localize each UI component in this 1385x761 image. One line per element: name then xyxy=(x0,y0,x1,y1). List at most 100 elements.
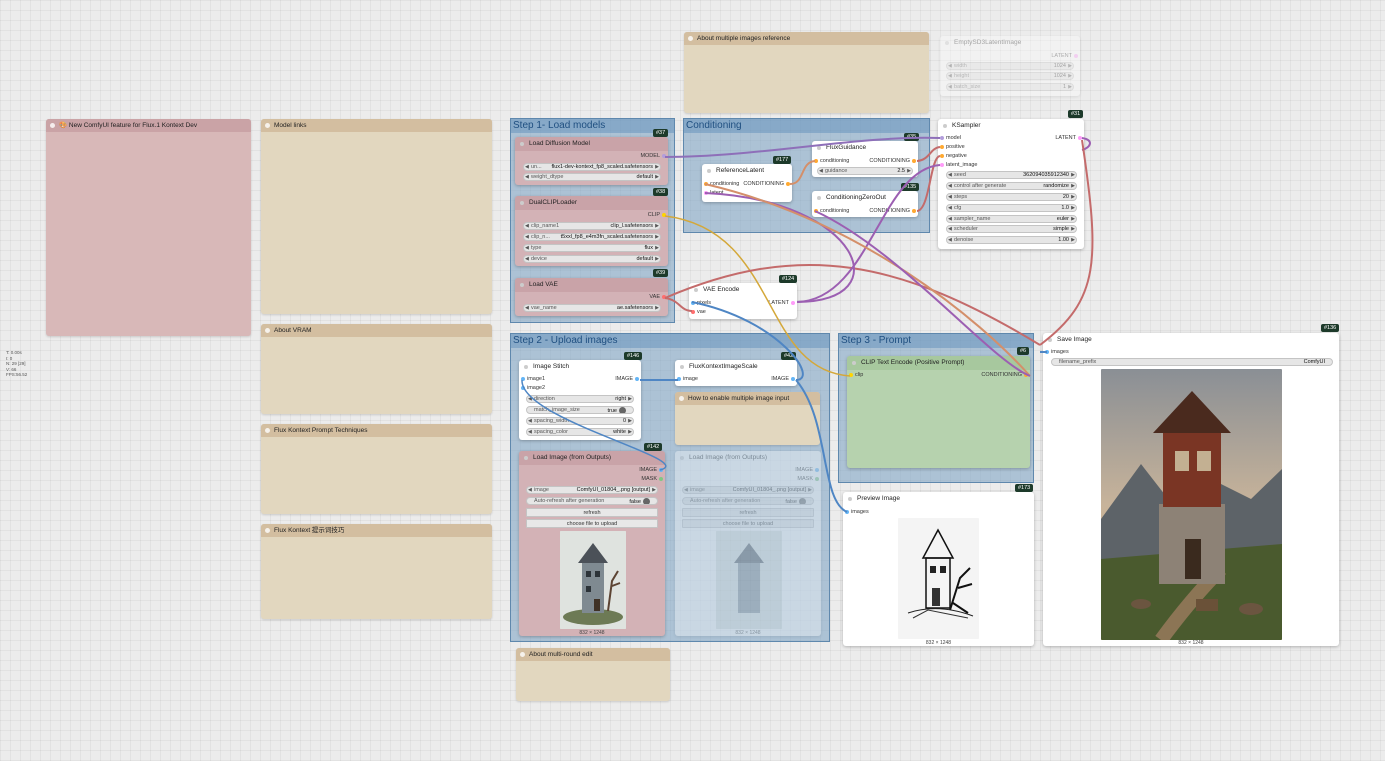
input-conditioning[interactable]: conditioning xyxy=(812,208,849,215)
output-mask[interactable]: MASK xyxy=(641,476,665,483)
scheduler-combo[interactable]: schedulersimple xyxy=(946,225,1077,233)
node-ksampler[interactable]: KSampler model LATENT positive negative … xyxy=(938,119,1084,249)
node-id-badge: #31 xyxy=(1068,110,1084,118)
node-empty-sd3-latent[interactable]: EmptySD3LatentImage LATENT width1024 hei… xyxy=(940,36,1080,96)
input-vae[interactable]: vae xyxy=(689,309,706,316)
node-vae-encode[interactable]: VAE Encode pixels LATENT vae xyxy=(689,283,797,319)
output-conditioning[interactable]: CONDITIONING xyxy=(981,372,1030,379)
node-preview-image[interactable]: Preview Image images 832 × 1248 xyxy=(843,492,1034,646)
input-pixels[interactable]: pixels xyxy=(689,300,711,307)
denoise-number[interactable]: denoise1.00 xyxy=(946,236,1077,244)
input-conditioning[interactable]: conditioning xyxy=(702,181,739,188)
auto-refresh-toggle[interactable]: Auto-refresh after generation false xyxy=(526,497,658,505)
output-vae[interactable]: VAE xyxy=(649,294,668,301)
node-title: Load Diffusion Model xyxy=(515,137,668,151)
control-after-generate-combo[interactable]: control after generaterandomize xyxy=(946,182,1077,190)
input-image2[interactable]: image2 xyxy=(519,385,545,392)
output-clip[interactable]: CLIP xyxy=(648,212,668,219)
spacing-width-number[interactable]: spacing_width0 xyxy=(526,417,634,425)
output-conditioning[interactable]: CONDITIONING xyxy=(743,181,792,188)
choose-file-button[interactable]: choose file to upload xyxy=(682,519,814,528)
node-title: FluxGuidance xyxy=(812,141,918,155)
output-image[interactable]: IMAGE xyxy=(615,376,641,383)
seed-number[interactable]: seed362094035912340 xyxy=(946,171,1077,179)
node-dualcliploader[interactable]: DualCLIPLoader CLIP clip_name1clip_l.saf… xyxy=(515,196,668,266)
node-flux-kontext-image-scale[interactable]: FluxKontextImageScale image IMAGE xyxy=(675,360,797,386)
node-canvas[interactable]: T: 0.00s I: 0 N: 29 [29] V: 66 FPS:56.52… xyxy=(0,0,1385,761)
steps-number[interactable]: steps20 xyxy=(946,193,1077,201)
spacing-color-combo[interactable]: spacing_colorwhite xyxy=(526,428,634,436)
sketch-house-image xyxy=(898,518,979,639)
node-load-image-bypassed[interactable]: Load Image (from Outputs) IMAGE MASK ima… xyxy=(675,451,821,636)
node-title: FluxKontextImageScale xyxy=(675,360,797,374)
sampler-name-combo[interactable]: sampler_nameeuler xyxy=(946,215,1077,223)
image-combo[interactable]: imageComfyUI_01804_.png [output] xyxy=(682,486,814,494)
image-combo[interactable]: imageComfyUI_01804_.png [output] xyxy=(526,486,658,494)
note-prompt-techniques[interactable]: Flux Kontext Prompt Techniques xyxy=(261,424,492,514)
guidance-number[interactable]: guidance2.5 xyxy=(817,167,913,175)
output-conditioning[interactable]: CONDITIONING xyxy=(869,158,918,165)
note-enable-multiple-input[interactable]: How to enable multiple image input xyxy=(675,392,820,445)
output-conditioning[interactable]: CONDITIONING xyxy=(869,208,918,215)
rendered-house-image xyxy=(1101,369,1282,640)
output-latent[interactable]: LATENT xyxy=(768,300,797,307)
choose-file-button[interactable]: choose file to upload xyxy=(526,519,658,528)
unet-name-combo[interactable]: un...flux1-dev-kontext_fp8_scaled.safete… xyxy=(523,163,661,171)
batch-size-number[interactable]: batch_size1 xyxy=(946,83,1074,91)
node-load-image[interactable]: Load Image (from Outputs) IMAGE MASK ima… xyxy=(519,451,665,636)
note-about-vram[interactable]: About VRAM xyxy=(261,324,492,414)
input-image[interactable]: image xyxy=(675,376,698,383)
filename-prefix-field[interactable]: filename_prefix ComfyUI xyxy=(1051,358,1333,366)
match-image-size-toggle[interactable]: match_image_size true xyxy=(526,406,634,414)
node-save-image[interactable]: Save Image images filename_prefix ComfyUI… xyxy=(1043,333,1339,646)
node-image-stitch[interactable]: Image Stitch image1 IMAGE image2 directi… xyxy=(519,360,641,440)
type-combo[interactable]: typeflux xyxy=(523,244,661,252)
node-title: Image Stitch xyxy=(519,360,641,374)
node-id-badge: #124 xyxy=(779,275,798,283)
input-negative[interactable]: negative xyxy=(938,153,967,160)
node-reference-latent[interactable]: ReferenceLatent conditioning CONDITIONIN… xyxy=(702,164,792,202)
node-load-diffusion-model[interactable]: Load Diffusion Model MODEL un...flux1-de… xyxy=(515,137,668,185)
note-multiple-images-ref[interactable]: About multiple images reference xyxy=(684,32,929,113)
node-flux-guidance[interactable]: FluxGuidance conditioning CONDITIONING g… xyxy=(812,141,918,177)
output-model[interactable]: MODEL xyxy=(640,153,668,160)
input-latent-image[interactable]: latent_image xyxy=(938,162,978,169)
input-images[interactable]: images xyxy=(843,509,869,516)
node-conditioning-zero-out[interactable]: ConditioningZeroOut conditioning CONDITI… xyxy=(812,191,918,217)
node-clip-text-encode[interactable]: CLIP Text Encode (Positive Prompt) clip … xyxy=(847,356,1030,468)
auto-refresh-toggle[interactable]: Auto-refresh after generation false xyxy=(682,497,814,505)
output-mask[interactable]: MASK xyxy=(797,476,821,483)
output-image[interactable]: IMAGE xyxy=(639,467,665,474)
refresh-button[interactable]: refresh xyxy=(682,508,814,517)
input-positive[interactable]: positive xyxy=(938,144,965,151)
clip-name2-combo[interactable]: clip_n...t5xxl_fp8_e4m3fn_scaled.safeten… xyxy=(523,233,661,241)
input-image1[interactable]: image1 xyxy=(519,376,545,383)
input-images[interactable]: images xyxy=(1043,349,1069,356)
cfg-number[interactable]: cfg1.0 xyxy=(946,204,1077,212)
direction-combo[interactable]: directionright xyxy=(526,395,634,403)
vae-name-combo[interactable]: vae_nameae.safetensors xyxy=(523,304,661,312)
node-load-vae[interactable]: Load VAE VAE vae_nameae.safetensors xyxy=(515,278,668,316)
node-id-badge: #35 xyxy=(904,133,920,141)
note-title: Model links xyxy=(261,119,492,132)
node-id-badge: #6 xyxy=(1017,347,1030,355)
width-number[interactable]: width1024 xyxy=(946,62,1074,70)
output-latent[interactable]: LATENT xyxy=(1055,135,1084,142)
height-number[interactable]: height1024 xyxy=(946,72,1074,80)
note-new-feature[interactable]: 🎨 New ComfyUI feature for Flux.1 Kontext… xyxy=(46,119,251,336)
note-prompt-techniques-cn[interactable]: Flux Kontext 提示词技巧 xyxy=(261,524,492,619)
note-multi-round-edit[interactable]: About multi-round edit xyxy=(516,648,670,701)
clip-name1-combo[interactable]: clip_name1clip_l.safetensors xyxy=(523,222,661,230)
output-latent[interactable]: LATENT xyxy=(1051,53,1080,60)
output-image[interactable]: IMAGE xyxy=(795,467,821,474)
input-conditioning[interactable]: conditioning xyxy=(812,158,849,165)
input-clip[interactable]: clip xyxy=(847,372,863,379)
input-model[interactable]: model xyxy=(938,135,961,142)
refresh-button[interactable]: refresh xyxy=(526,508,658,517)
weight-dtype-combo[interactable]: weight_dtypedefault xyxy=(523,173,661,181)
node-id-badge: #173 xyxy=(1015,484,1034,492)
device-combo[interactable]: devicedefault xyxy=(523,255,661,263)
input-latent[interactable]: latent xyxy=(702,190,723,197)
output-image[interactable]: IMAGE xyxy=(771,376,797,383)
note-model-links[interactable]: Model links xyxy=(261,119,492,314)
